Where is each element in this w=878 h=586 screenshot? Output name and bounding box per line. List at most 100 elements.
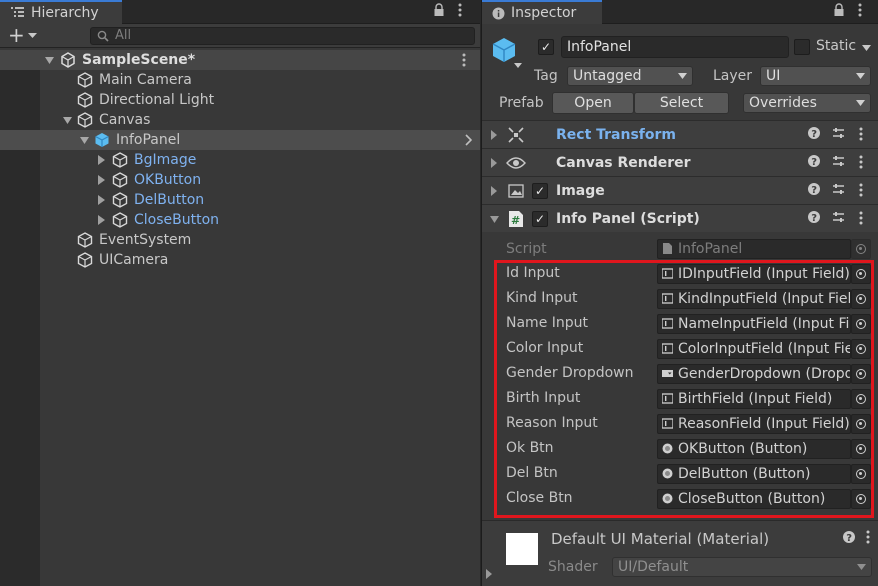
kebab-menu-icon[interactable] — [859, 155, 863, 169]
tag-label: Tag — [534, 68, 558, 84]
add-button[interactable]: + — [8, 25, 25, 45]
hierarchy-item-eventsystem[interactable]: EventSystem — [0, 230, 480, 250]
component-info-panel-script[interactable]: # ✓ Info Panel (Script) ? — [482, 204, 878, 232]
kebab-menu-icon[interactable] — [859, 127, 863, 141]
inspector-panel: Inspector ✓ InfoPanel Static Tag Untagge… — [481, 0, 878, 586]
lock-icon[interactable] — [433, 3, 445, 17]
presets-icon[interactable] — [832, 211, 845, 223]
prefab-object-icon[interactable] — [490, 36, 518, 64]
collapse-arrow-icon[interactable] — [491, 158, 497, 168]
collapse-arrow-icon[interactable] — [486, 569, 492, 579]
gameobject-cube-icon — [77, 72, 93, 88]
static-dropdown-icon[interactable] — [862, 45, 871, 51]
tab-hierarchy[interactable]: Hierarchy — [0, 0, 122, 24]
chevron-down-icon[interactable] — [28, 33, 37, 39]
hierarchy-tabbar: Hierarchy — [0, 0, 480, 24]
expand-arrow-icon[interactable] — [45, 57, 54, 64]
kebab-menu-icon[interactable] — [859, 211, 863, 225]
collapse-arrow-icon[interactable] — [98, 155, 105, 165]
hierarchy-item-closebutton[interactable]: CloseButton — [0, 210, 480, 230]
collapse-arrow-icon[interactable] — [98, 195, 105, 205]
layer-value: UI — [766, 68, 781, 84]
kebab-menu-icon[interactable] — [458, 3, 462, 17]
hierarchy-item-label: EventSystem — [99, 232, 192, 248]
help-icon[interactable]: ? — [808, 127, 820, 139]
prefab-select-button[interactable]: Select — [634, 92, 729, 114]
scene-label: SampleScene* — [82, 52, 196, 68]
tag-dropdown[interactable]: Untagged — [567, 66, 693, 86]
layer-dropdown[interactable]: UI — [760, 66, 871, 86]
component-canvas-renderer[interactable]: Canvas Renderer ? — [482, 148, 878, 176]
search-input[interactable]: All — [90, 27, 475, 45]
collapse-arrow-icon[interactable] — [98, 175, 105, 185]
hierarchy-item-directional-light[interactable]: Directional Light — [0, 90, 480, 110]
chevron-down-icon[interactable] — [514, 63, 522, 68]
scene-menu-icon[interactable] — [462, 53, 466, 67]
hierarchy-item-main-camera[interactable]: Main Camera — [0, 70, 480, 90]
shader-label: Shader — [548, 559, 598, 575]
hierarchy-item-delbutton[interactable]: DelButton — [0, 190, 480, 210]
presets-icon[interactable] — [832, 155, 845, 167]
scene-row[interactable]: SampleScene* — [0, 50, 480, 70]
inspector-tabbar: Inspector — [482, 0, 878, 24]
script-picker-icon — [851, 239, 871, 259]
static-toggle[interactable] — [794, 39, 810, 55]
collapse-arrow-icon[interactable] — [491, 186, 497, 196]
shader-dropdown[interactable]: UI/Default — [612, 557, 872, 577]
object-name-field[interactable]: InfoPanel — [561, 36, 789, 58]
csharp-script-icon: # — [508, 210, 524, 228]
help-icon[interactable]: ? — [843, 531, 855, 543]
presets-icon[interactable] — [832, 127, 845, 139]
prefab-overrides-dropdown[interactable]: Overrides — [743, 93, 871, 113]
material-title: Default UI Material (Material) — [551, 530, 770, 548]
gameobject-cube-icon — [77, 92, 93, 108]
unity-scene-icon — [60, 52, 76, 68]
gameobject-cube-icon — [77, 252, 93, 268]
collapse-arrow-icon[interactable] — [98, 215, 105, 225]
help-icon[interactable]: ? — [808, 183, 820, 195]
component-title: Info Panel (Script) — [556, 211, 700, 227]
hierarchy-item-label: DelButton — [134, 192, 205, 208]
component-title: Canvas Renderer — [556, 155, 691, 171]
component-title: Rect Transform — [556, 127, 677, 143]
gameobject-cube-icon — [112, 152, 128, 168]
material-preview-swatch[interactable] — [506, 533, 538, 565]
hierarchy-item-uicamera[interactable]: UICamera — [0, 250, 480, 270]
search-placeholder: All — [115, 28, 132, 43]
image-icon — [508, 183, 524, 199]
gameobject-cube-icon — [112, 212, 128, 228]
image-enabled-toggle[interactable]: ✓ — [532, 183, 548, 199]
list-icon — [11, 7, 24, 18]
lock-icon[interactable] — [833, 3, 845, 17]
prefab-label: Prefab — [499, 95, 544, 111]
hierarchy-item-label: Main Camera — [99, 72, 192, 88]
hierarchy-item-label: Directional Light — [99, 92, 215, 108]
hierarchy-item-infopanel[interactable]: InfoPanel — [0, 130, 480, 150]
component-image[interactable]: ✓ Image ? — [482, 176, 878, 204]
chevron-down-icon — [857, 564, 866, 570]
tab-hierarchy-label: Hierarchy — [31, 5, 99, 21]
script-enabled-toggle[interactable]: ✓ — [532, 211, 548, 227]
active-toggle[interactable]: ✓ — [538, 39, 554, 55]
svg-text:?: ? — [846, 533, 852, 543]
help-icon[interactable]: ? — [808, 211, 820, 223]
chevron-right-icon[interactable] — [465, 134, 472, 146]
kebab-menu-icon[interactable] — [858, 3, 862, 17]
collapse-arrow-icon[interactable] — [491, 130, 497, 140]
shader-value: UI/Default — [618, 559, 689, 575]
hierarchy-item-canvas[interactable]: Canvas — [0, 110, 480, 130]
expand-arrow-icon[interactable] — [80, 137, 89, 144]
hierarchy-item-okbutton[interactable]: OKButton — [0, 170, 480, 190]
expand-arrow-icon[interactable] — [490, 216, 499, 223]
help-icon[interactable]: ? — [808, 155, 820, 167]
component-rect-transform[interactable]: Rect Transform ? — [482, 120, 878, 148]
hierarchy-item-label: InfoPanel — [116, 132, 181, 148]
tab-inspector[interactable]: Inspector — [482, 0, 602, 24]
material-section: Default UI Material (Material) ? Shader … — [482, 520, 878, 586]
presets-icon[interactable] — [832, 183, 845, 195]
prefab-open-button[interactable]: Open — [552, 92, 634, 114]
hierarchy-item-bgimage[interactable]: BgImage — [0, 150, 480, 170]
kebab-menu-icon[interactable] — [866, 530, 870, 544]
expand-arrow-icon[interactable] — [63, 117, 72, 124]
kebab-menu-icon[interactable] — [859, 183, 863, 197]
